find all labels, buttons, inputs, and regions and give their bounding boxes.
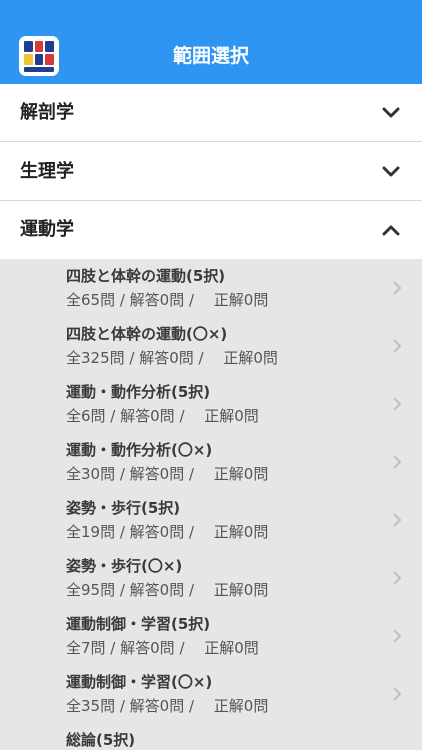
list-item[interactable]: 運動・動作分析(5択) 全6問 / 解答0問 / 正解0問 <box>0 375 422 433</box>
chevron-down-icon <box>382 166 400 177</box>
item-title: 運動・動作分析(5択) <box>66 383 211 401</box>
chevron-up-icon <box>382 225 400 236</box>
kinesiology-sub-list[interactable]: 四肢と体幹の運動(5択) 全65問 / 解答0問 / 正解0問 四肢と体幹の運動… <box>0 259 422 750</box>
section-label: 解剖学 <box>20 102 74 123</box>
item-stats: 全30問 / 解答0問 / 正解0問 <box>66 465 269 483</box>
item-title: 総論(5択) <box>66 731 136 749</box>
item-stats: 全35問 / 解答0問 / 正解0問 <box>66 697 269 715</box>
chevron-right-icon <box>393 339 402 353</box>
chevron-right-icon <box>393 281 402 295</box>
header-bar: 範囲選択 <box>0 0 422 84</box>
item-title: 運動・動作分析(〇×) <box>66 441 213 459</box>
item-title: 四肢と体幹の運動(〇×) <box>66 325 228 343</box>
item-title: 運動制御・学習(〇×) <box>66 673 213 691</box>
chevron-right-icon <box>393 513 402 527</box>
list-item[interactable]: 総論(5択) <box>0 723 422 750</box>
list-item[interactable]: 姿勢・歩行(〇×) 全95問 / 解答0問 / 正解0問 <box>0 549 422 607</box>
item-stats: 全65問 / 解答0問 / 正解0問 <box>66 291 269 309</box>
item-stats: 全325問 / 解答0問 / 正解0問 <box>66 349 278 367</box>
item-stats: 全95問 / 解答0問 / 正解0問 <box>66 581 269 599</box>
section-label: 生理学 <box>20 161 74 182</box>
chevron-right-icon <box>393 571 402 585</box>
section-physiology[interactable]: 生理学 <box>0 143 422 201</box>
list-item[interactable]: 四肢と体幹の運動(〇×) 全325問 / 解答0問 / 正解0問 <box>0 317 422 375</box>
item-stats: 全6問 / 解答0問 / 正解0問 <box>66 407 259 425</box>
section-anatomy[interactable]: 解剖学 <box>0 84 422 142</box>
item-title: 姿勢・歩行(〇×) <box>66 557 183 575</box>
chevron-down-icon <box>382 107 400 118</box>
page-title: 範囲選択 <box>172 45 249 67</box>
section-label: 運動学 <box>20 219 74 240</box>
chevron-right-icon <box>393 397 402 411</box>
chevron-right-icon <box>393 629 402 643</box>
chevron-right-icon <box>393 687 402 701</box>
item-stats: 全19問 / 解答0問 / 正解0問 <box>66 523 269 541</box>
item-title: 四肢と体幹の運動(5択) <box>66 267 226 285</box>
chevron-right-icon <box>393 455 402 469</box>
list-item[interactable]: 姿勢・歩行(5択) 全19問 / 解答0問 / 正解0問 <box>0 491 422 549</box>
list-item[interactable]: 四肢と体幹の運動(5択) 全65問 / 解答0問 / 正解0問 <box>0 259 422 317</box>
list-item[interactable]: 運動制御・学習(5択) 全7問 / 解答0問 / 正解0問 <box>0 607 422 665</box>
list-item[interactable]: 運動制御・学習(〇×) 全35問 / 解答0問 / 正解0問 <box>0 665 422 723</box>
item-title: 運動制御・学習(5択) <box>66 615 211 633</box>
list-item[interactable]: 運動・動作分析(〇×) 全30問 / 解答0問 / 正解0問 <box>0 433 422 491</box>
section-kinesiology[interactable]: 運動学 <box>0 201 422 259</box>
item-title: 姿勢・歩行(5択) <box>66 499 181 517</box>
item-stats: 全7問 / 解答0問 / 正解0問 <box>66 639 259 657</box>
